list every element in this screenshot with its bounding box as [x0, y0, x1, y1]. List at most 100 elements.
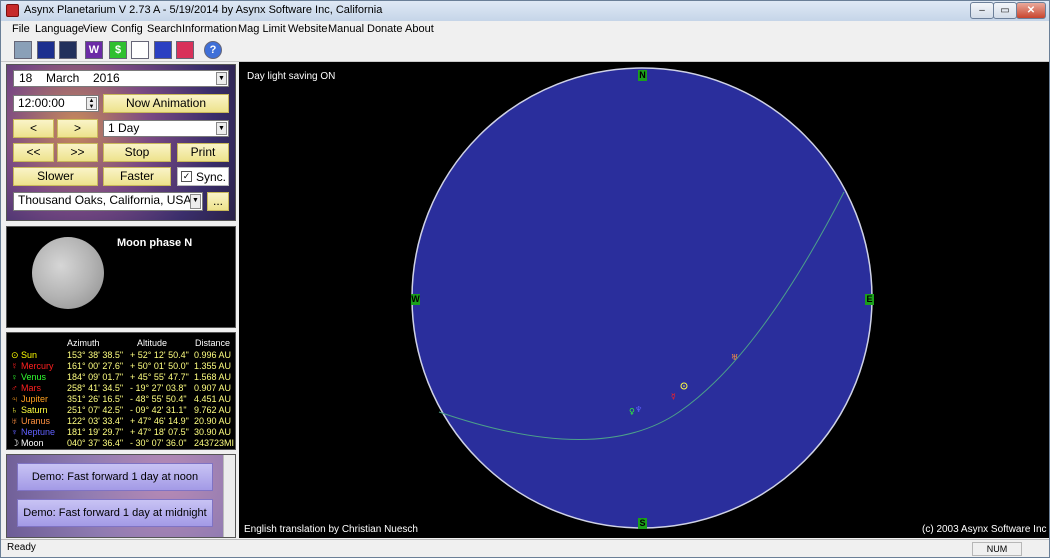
planet-altitude: - 19° 27' 03.8" — [130, 383, 187, 393]
step-select[interactable]: 1 Day ▼ — [103, 120, 229, 137]
planet-azimuth: 153° 38' 38.5" — [67, 350, 124, 360]
title-bar[interactable]: Asynx Planetarium V 2.73 A - 5/19/2014 b… — [1, 1, 1049, 21]
mercury-marker[interactable]: ☿ — [671, 392, 676, 401]
table-row: ☽ Moon 040° 37' 36.4" - 30° 07' 36.0" 243723… — [11, 438, 237, 449]
sky-dome[interactable] — [411, 67, 873, 529]
app-icon[interactable] — [6, 4, 19, 17]
translation-credit: English translation by Christian Nuesch — [244, 524, 418, 535]
sync-label: Sync. — [196, 170, 227, 184]
table-row: ⊙ Sun 153° 38' 38.5" + 52° 12' 50.4" 0.996 A… — [11, 350, 237, 361]
step-forward-button[interactable]: > — [57, 119, 98, 138]
chevron-down-icon[interactable]: ▼ — [216, 72, 227, 85]
table-row: ♃ Jupiter 351° 26' 16.5" - 48° 55' 50.4" 4.4… — [11, 394, 237, 405]
earth-icon[interactable] — [154, 41, 172, 59]
sync-checkbox[interactable]: ✓ Sync. — [177, 167, 229, 186]
table-row: ♄ Saturn 251° 07' 42.5" - 09° 42' 31.1" 9.76… — [11, 405, 237, 416]
planet-altitude: - 09° 42' 31.1" — [130, 405, 187, 415]
slower-button[interactable]: Slower — [13, 167, 98, 186]
menu-view[interactable]: View — [83, 23, 107, 35]
compass-east: E — [865, 294, 874, 305]
location-value: Thousand Oaks, California, USA — [18, 193, 192, 207]
constellation-icon[interactable] — [37, 41, 55, 59]
status-text: Ready — [7, 542, 36, 553]
planet-name: Jupiter — [21, 394, 49, 404]
planet-symbol: ♀ — [11, 372, 18, 382]
planet-distance: 0.907 AU — [194, 383, 232, 393]
menu-search[interactable]: Search — [147, 23, 182, 35]
demo-noon-button[interactable]: Demo: Fast forward 1 day at noon — [17, 463, 213, 491]
planet-distance: 0.996 AU — [194, 350, 232, 360]
planet-symbol: ♆ — [11, 427, 18, 437]
chevron-down-icon[interactable]: ▼ — [216, 122, 227, 135]
planet-altitude: + 45° 55' 47.7" — [130, 372, 189, 382]
planet-distance: 20.90 AU — [194, 416, 232, 426]
demo-scrollbar[interactable] — [223, 455, 235, 537]
chart-icon[interactable] — [176, 41, 194, 59]
planet-azimuth: 251° 07' 42.5" — [67, 405, 124, 415]
step-back-button[interactable]: < — [13, 119, 54, 138]
compass-west: W — [411, 294, 420, 305]
menu-donate[interactable]: Donate — [367, 23, 402, 35]
planet-distance: 243723MI — [194, 438, 235, 448]
planet-distance: 1.568 AU — [194, 372, 232, 382]
toolbar: W $? — [1, 38, 1049, 62]
chevron-down-icon[interactable]: ▼ — [190, 194, 201, 209]
menu-about[interactable]: About — [405, 23, 434, 35]
neptune-marker[interactable]: ♆ — [635, 405, 642, 414]
menu-config[interactable]: Config — [111, 23, 143, 35]
copy-icon[interactable] — [131, 41, 149, 59]
moon-image — [32, 237, 104, 309]
help-icon[interactable]: ? — [204, 41, 222, 59]
demo-midnight-button[interactable]: Demo: Fast forward 1 day at midnight — [17, 499, 213, 527]
now-animation-button[interactable]: Now Animation — [103, 94, 229, 113]
planet-symbol: ☽ — [11, 438, 20, 448]
minimize-button[interactable]: – — [970, 2, 994, 19]
maximize-button[interactable]: ▭ — [993, 2, 1017, 19]
galaxy-icon[interactable] — [59, 41, 77, 59]
print-button[interactable]: Print — [177, 143, 229, 162]
faster-button[interactable]: Faster — [103, 167, 171, 186]
menu-bar: File Language View Config Search Informa… — [1, 21, 1049, 38]
checkbox-icon[interactable]: ✓ — [181, 171, 192, 182]
planet-altitude: - 30° 07' 36.0" — [130, 438, 187, 448]
date-select[interactable]: 18 March 2016 ▼ — [13, 70, 229, 87]
menu-manual[interactable]: Manual — [328, 23, 364, 35]
fast-forward-button[interactable]: >> — [57, 143, 98, 162]
menu-language[interactable]: Language — [35, 23, 84, 35]
date-month: March — [46, 71, 80, 85]
table-row: ♅ Uranus 122° 03' 33.4" + 47° 46' 14.9" 20.9… — [11, 416, 237, 427]
table-row: ♆ Neptune 181° 19' 29.7" + 47° 18' 07.5" 30.… — [11, 427, 237, 438]
planet-distance: 9.762 AU — [194, 405, 232, 415]
planet-symbol: ☿ — [11, 361, 18, 371]
planet-altitude: + 52° 12' 50.4" — [130, 350, 189, 360]
num-lock-indicator: NUM — [972, 542, 1022, 556]
planet-azimuth: 040° 37' 36.4" — [67, 438, 124, 448]
step-value: 1 Day — [108, 121, 140, 135]
menu-mag-limit[interactable]: Mag Limit — [238, 23, 286, 35]
menu-website[interactable]: Website — [288, 23, 328, 35]
planet-name: Moon — [21, 438, 44, 448]
time-stepper[interactable]: ▲ ▼ — [86, 97, 97, 110]
dollar-icon[interactable]: $ — [109, 41, 127, 59]
planet-name: Neptune — [21, 427, 56, 437]
uranus-marker[interactable]: ♅ — [731, 353, 738, 362]
close-button[interactable]: ✕ — [1016, 2, 1046, 19]
stop-button[interactable]: Stop — [103, 143, 171, 162]
daylight-saving-label: Day light saving ON — [247, 71, 336, 82]
planet-symbol: ⊙ — [11, 350, 19, 360]
table-row: ☿ Mercury 161° 00' 27.6" + 50° 01' 50.0" 1.3… — [11, 361, 237, 372]
header-distance: Distance — [195, 338, 231, 348]
w-icon[interactable]: W — [85, 41, 103, 59]
planet-name: Sun — [21, 350, 38, 360]
sky-view[interactable]: ☿ ♀ ♆ ♅ Day light saving ON English tran… — [239, 62, 1049, 538]
location-select[interactable]: Thousand Oaks, California, USA ▼ — [13, 192, 203, 211]
menu-information[interactable]: Information — [182, 23, 237, 35]
menu-file[interactable]: File — [12, 23, 30, 35]
sky-chart[interactable]: ☿ ♀ ♆ ♅ — [239, 62, 1049, 538]
fast-back-button[interactable]: << — [13, 143, 54, 162]
time-input[interactable]: 12:00:00 ▲ ▼ — [13, 95, 99, 112]
planet-altitude: + 50° 01' 50.0" — [130, 361, 189, 371]
photo-icon[interactable] — [14, 41, 32, 59]
location-more-button[interactable]: ... — [207, 192, 229, 211]
header-altitude: Altitude — [137, 338, 168, 348]
